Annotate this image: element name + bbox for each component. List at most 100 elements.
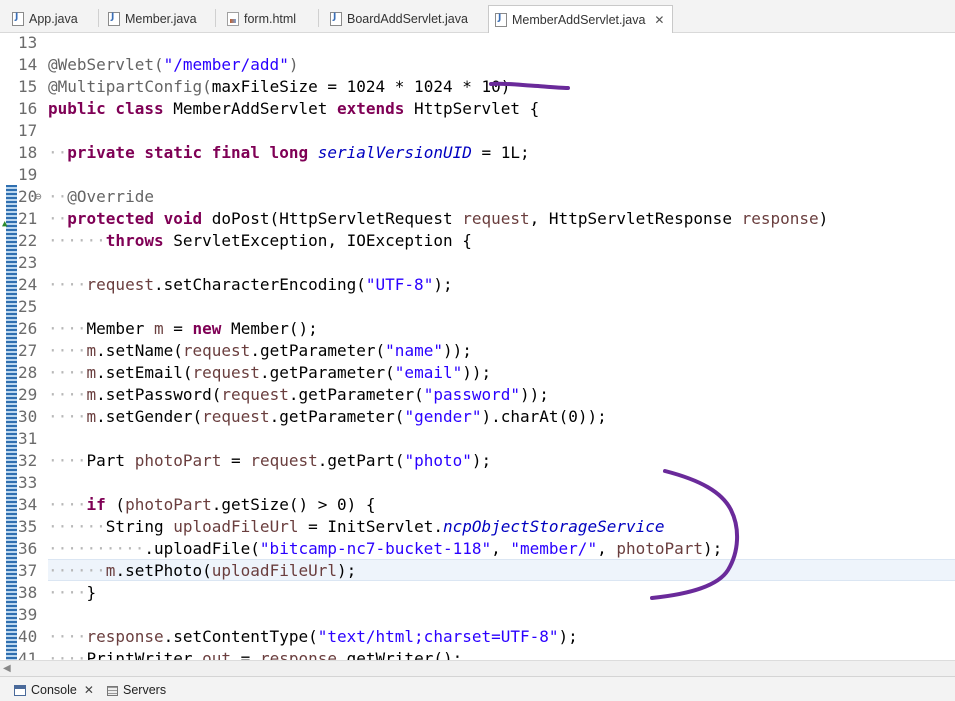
- code-token: HttpServlet {: [404, 99, 540, 118]
- code-line[interactable]: 36 ··········.uploadFile("bitcamp-nc7-buc…: [0, 538, 955, 560]
- code-token: ServletException, IOException {: [163, 231, 472, 250]
- code-token: .getParameter(: [288, 385, 424, 404]
- code-line[interactable]: 26 ····Member m = new Member();: [0, 318, 955, 340]
- whitespace-marker: ····: [48, 407, 87, 426]
- code-line[interactable]: 29 ····m.setPassword(request.getParameter…: [0, 384, 955, 406]
- tab-servers[interactable]: Servers: [106, 683, 166, 697]
- code-text: public class MemberAddServlet extends Ht…: [48, 98, 539, 120]
- code-line[interactable]: 17: [0, 120, 955, 142]
- line-number: 29: [18, 385, 38, 404]
- code-text: @WebServlet("/member/add"): [48, 54, 298, 76]
- code-line[interactable]: 13: [0, 33, 955, 54]
- code-line[interactable]: 25: [0, 296, 955, 318]
- code-token: photoPart: [134, 451, 222, 470]
- code-line[interactable]: 34 ····if (photoPart.getSize() > 0) {: [0, 494, 955, 516]
- line-number: 38: [18, 583, 38, 602]
- code-token: m: [86, 385, 97, 404]
- code-token: .setPhoto(: [115, 561, 212, 580]
- scroll-left-icon[interactable]: ◀: [3, 663, 11, 674]
- tab-app-java[interactable]: App.java: [12, 6, 78, 31]
- whitespace-marker: ····: [48, 495, 87, 514]
- code-line[interactable]: 37 ······m.setPhoto(uploadFileUrl);: [0, 560, 955, 582]
- code-line[interactable]: 33: [0, 472, 955, 494]
- tab-label: BoardAddServlet.java: [347, 11, 468, 26]
- line-number: 21: [18, 209, 38, 228]
- code-line[interactable]: 16 public class MemberAddServlet extends …: [0, 98, 955, 120]
- code-line[interactable]: 21 ▲ ··protected void doPost(HttpServletRe…: [0, 208, 955, 230]
- code-token: ): [818, 209, 829, 228]
- code-token: String: [105, 517, 174, 536]
- line-number: 13: [18, 33, 38, 52]
- code-token: request: [192, 363, 260, 382]
- close-icon[interactable]: ✕: [84, 683, 94, 697]
- code-token: .setName(: [96, 341, 183, 360]
- code-token: throws: [105, 231, 164, 250]
- code-line[interactable]: 31: [0, 428, 955, 450]
- whitespace-marker: ····: [48, 451, 87, 470]
- line-number: 19: [18, 165, 38, 184]
- code-line[interactable]: 20 ⊖ ··@Override: [0, 186, 955, 208]
- tab-console[interactable]: Console ✕: [14, 683, 94, 697]
- code-token: maxFileSize = 1024 * 1024 * 10): [211, 77, 511, 96]
- code-line[interactable]: 40 ····response.setContentType("text/html…: [0, 626, 955, 648]
- horizontal-scrollbar[interactable]: ◀: [0, 660, 955, 676]
- line-number: 39: [18, 605, 38, 624]
- code-line[interactable]: 24 ····request.setCharacterEncoding("UTF-…: [0, 274, 955, 296]
- console-icon: [14, 684, 26, 696]
- code-editor[interactable]: 13 14 @WebServlet("/member/add") 15 @Multipa…: [0, 33, 955, 660]
- line-number: 35: [18, 517, 38, 536]
- code-text: ····if (photoPart.getSize() > 0) {: [48, 494, 376, 516]
- tab-member-java[interactable]: Member.java: [108, 6, 197, 31]
- code-token: @MultipartConfig(: [48, 77, 212, 96]
- tab-form-html[interactable]: form.html: [227, 6, 296, 31]
- line-number: 26: [18, 319, 38, 338]
- code-line[interactable]: 22 ······throws ServletException, IOExcep…: [0, 230, 955, 252]
- code-token: "password": [423, 385, 521, 404]
- tab-separator: [215, 9, 216, 27]
- line-number: 18: [18, 143, 38, 162]
- code-token: response: [259, 649, 337, 660]
- code-line[interactable]: 32 ····Part photoPart = request.getPart("…: [0, 450, 955, 472]
- code-token: private static final long: [67, 143, 309, 162]
- code-line[interactable]: 19: [0, 164, 955, 186]
- code-token: doPost(HttpServletRequest: [202, 209, 463, 228]
- tab-separator: [318, 9, 319, 27]
- code-token: .getSize() > 0) {: [211, 495, 376, 514]
- code-line[interactable]: 23: [0, 252, 955, 274]
- code-token: if: [86, 495, 106, 514]
- code-line[interactable]: 38 ····}: [0, 582, 955, 604]
- code-token: photoPart: [125, 495, 212, 514]
- code-token: m: [86, 341, 97, 360]
- code-token: response: [86, 627, 164, 646]
- code-token: photoPart: [616, 539, 704, 558]
- tab-label: Console: [31, 683, 77, 697]
- code-line[interactable]: 39: [0, 604, 955, 626]
- fold-toggle-icon[interactable]: ⊖: [35, 186, 42, 208]
- html-file-icon: [227, 11, 239, 26]
- tab-memberaddservlet-java[interactable]: MemberAddServlet.java ✕: [488, 5, 674, 33]
- code-token: MemberAddServlet: [163, 99, 337, 118]
- code-line[interactable]: 18 ··private static final long serialVers…: [0, 142, 955, 164]
- whitespace-marker: ··: [48, 143, 68, 162]
- code-line[interactable]: 14 @WebServlet("/member/add"): [0, 54, 955, 76]
- code-line[interactable]: 35 ······String uploadFileUrl = InitServl…: [0, 516, 955, 538]
- whitespace-marker: ··: [48, 187, 68, 206]
- code-token: (: [105, 495, 126, 514]
- code-token: "photo": [404, 451, 472, 470]
- close-icon[interactable]: ✕: [654, 13, 664, 27]
- code-token: "member/": [510, 539, 598, 558]
- code-line[interactable]: 15 @MultipartConfig(maxFileSize = 1024 * …: [0, 76, 955, 98]
- code-token: );: [471, 451, 492, 470]
- code-token: "email": [394, 363, 463, 382]
- code-line[interactable]: 30 ····m.setGender(request.getParameter("…: [0, 406, 955, 428]
- code-token: m: [105, 561, 116, 580]
- code-token: ).charAt(0));: [481, 407, 607, 426]
- code-line[interactable]: 28 ····m.setEmail(request.getParameter("e…: [0, 362, 955, 384]
- code-line[interactable]: 27 ····m.setName(request.getParameter("na…: [0, 340, 955, 362]
- code-token: ));: [520, 385, 549, 404]
- tab-boardaddservlet-java[interactable]: BoardAddServlet.java: [330, 6, 468, 31]
- whitespace-marker: ····: [48, 385, 87, 404]
- code-line[interactable]: 41 ····PrintWriter out = response.getWrit…: [0, 648, 955, 660]
- code-token: "UTF-8": [365, 275, 434, 294]
